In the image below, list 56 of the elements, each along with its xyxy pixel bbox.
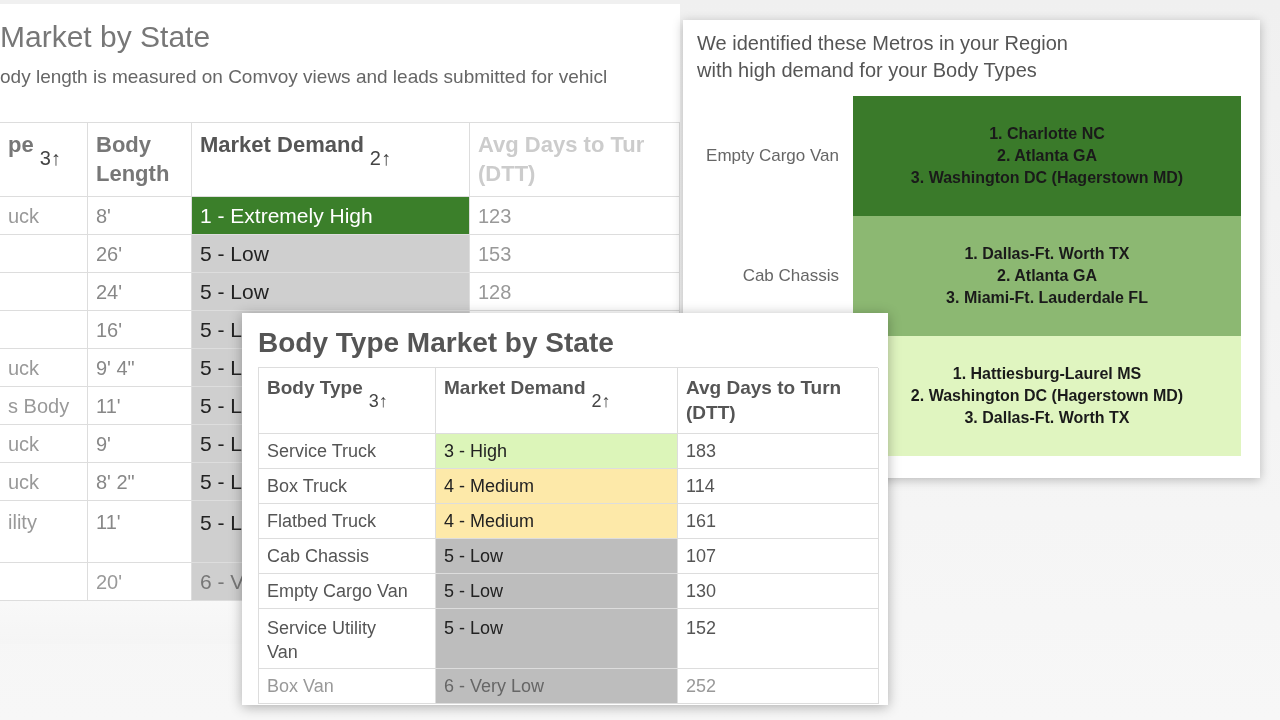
- table-cell: 11': [88, 387, 192, 426]
- demand-cell: 6 - Very Low: [436, 669, 678, 705]
- demand-cell: 5 - Low: [436, 539, 678, 575]
- demand-cell: 5 - Low: [436, 574, 678, 610]
- table-cell: Cab Chassis: [259, 539, 436, 575]
- table-cell: Flatbed Truck: [259, 504, 436, 540]
- table-cell: 128: [470, 273, 680, 312]
- metros-cell: 1. Charlotte NC 2. Atlanta GA 3. Washington DC (Hagerstown MD): [853, 96, 1241, 216]
- table-cell: 24': [88, 273, 192, 312]
- table-cell: uck: [0, 425, 88, 464]
- column-header[interactable]: pe 3↑: [0, 123, 88, 198]
- table-cell: Service Utility Van: [259, 609, 436, 670]
- table-cell: 16': [88, 311, 192, 350]
- table-cell: 9' 4": [88, 349, 192, 388]
- table-cell: 26': [88, 235, 192, 274]
- table-cell: Box Van: [259, 669, 436, 705]
- table-cell: 152: [678, 609, 879, 670]
- column-header[interactable]: Avg Days to Turn (DTT): [678, 368, 879, 435]
- demand-cell: 5 - Low: [192, 273, 470, 312]
- demand-cell: 3 - High: [436, 434, 678, 470]
- panel-title: We identified these Metros in your Region with high demand for your Body Types: [697, 31, 1069, 83]
- table-cell: Box Truck: [259, 469, 436, 505]
- body-type-label: Empty Cargo Van: [705, 145, 840, 167]
- column-header[interactable]: Market Demand 2↑: [436, 368, 678, 435]
- demand-cell: 4 - Medium: [436, 469, 678, 505]
- demand-cell: 5 - Low: [192, 235, 470, 274]
- table-cell: 183: [678, 434, 879, 470]
- body-type-label: Cab Chassis: [741, 265, 840, 287]
- table-cell: 114: [678, 469, 879, 505]
- table-cell: 252: [678, 669, 879, 705]
- table-cell: 11': [88, 501, 192, 564]
- table-cell: 20': [88, 563, 192, 602]
- demand-cell: 4 - Medium: [436, 504, 678, 540]
- table-cell: 8': [88, 197, 192, 236]
- table-cell: 8' 2": [88, 463, 192, 502]
- table-cell: Empty Cargo Van: [259, 574, 436, 610]
- panel-title: Market by State: [0, 19, 212, 55]
- column-header[interactable]: Market Demand 2↑: [192, 123, 470, 198]
- panel-subtitle: ody length is measured on Comvoy views and leads submitted for vehicl: [0, 66, 609, 88]
- column-header[interactable]: Body Type 3↑: [259, 368, 436, 435]
- table-cell: 130: [678, 574, 879, 610]
- table-cell: Service Truck: [259, 434, 436, 470]
- demand-cell: 5 - Low: [436, 609, 678, 670]
- table-cell: uck: [0, 197, 88, 236]
- table-cell: 9': [88, 425, 192, 464]
- column-header[interactable]: Body Length: [88, 123, 192, 198]
- table-cell: 153: [470, 235, 680, 274]
- table-cell: uck: [0, 463, 88, 502]
- table-cell: 123: [470, 197, 680, 236]
- metros-cell: 1. Dallas-Ft. Worth TX 2. Atlanta GA 3. Miami-Ft. Lauderdale FL: [853, 216, 1241, 336]
- table-cell: 107: [678, 539, 879, 575]
- table-cell: ility: [0, 501, 88, 564]
- table-cell: s Body: [0, 387, 88, 426]
- demand-cell: 1 - Extremely High: [192, 197, 470, 236]
- table-cell: uck: [0, 349, 88, 388]
- table-cell: 161: [678, 504, 879, 540]
